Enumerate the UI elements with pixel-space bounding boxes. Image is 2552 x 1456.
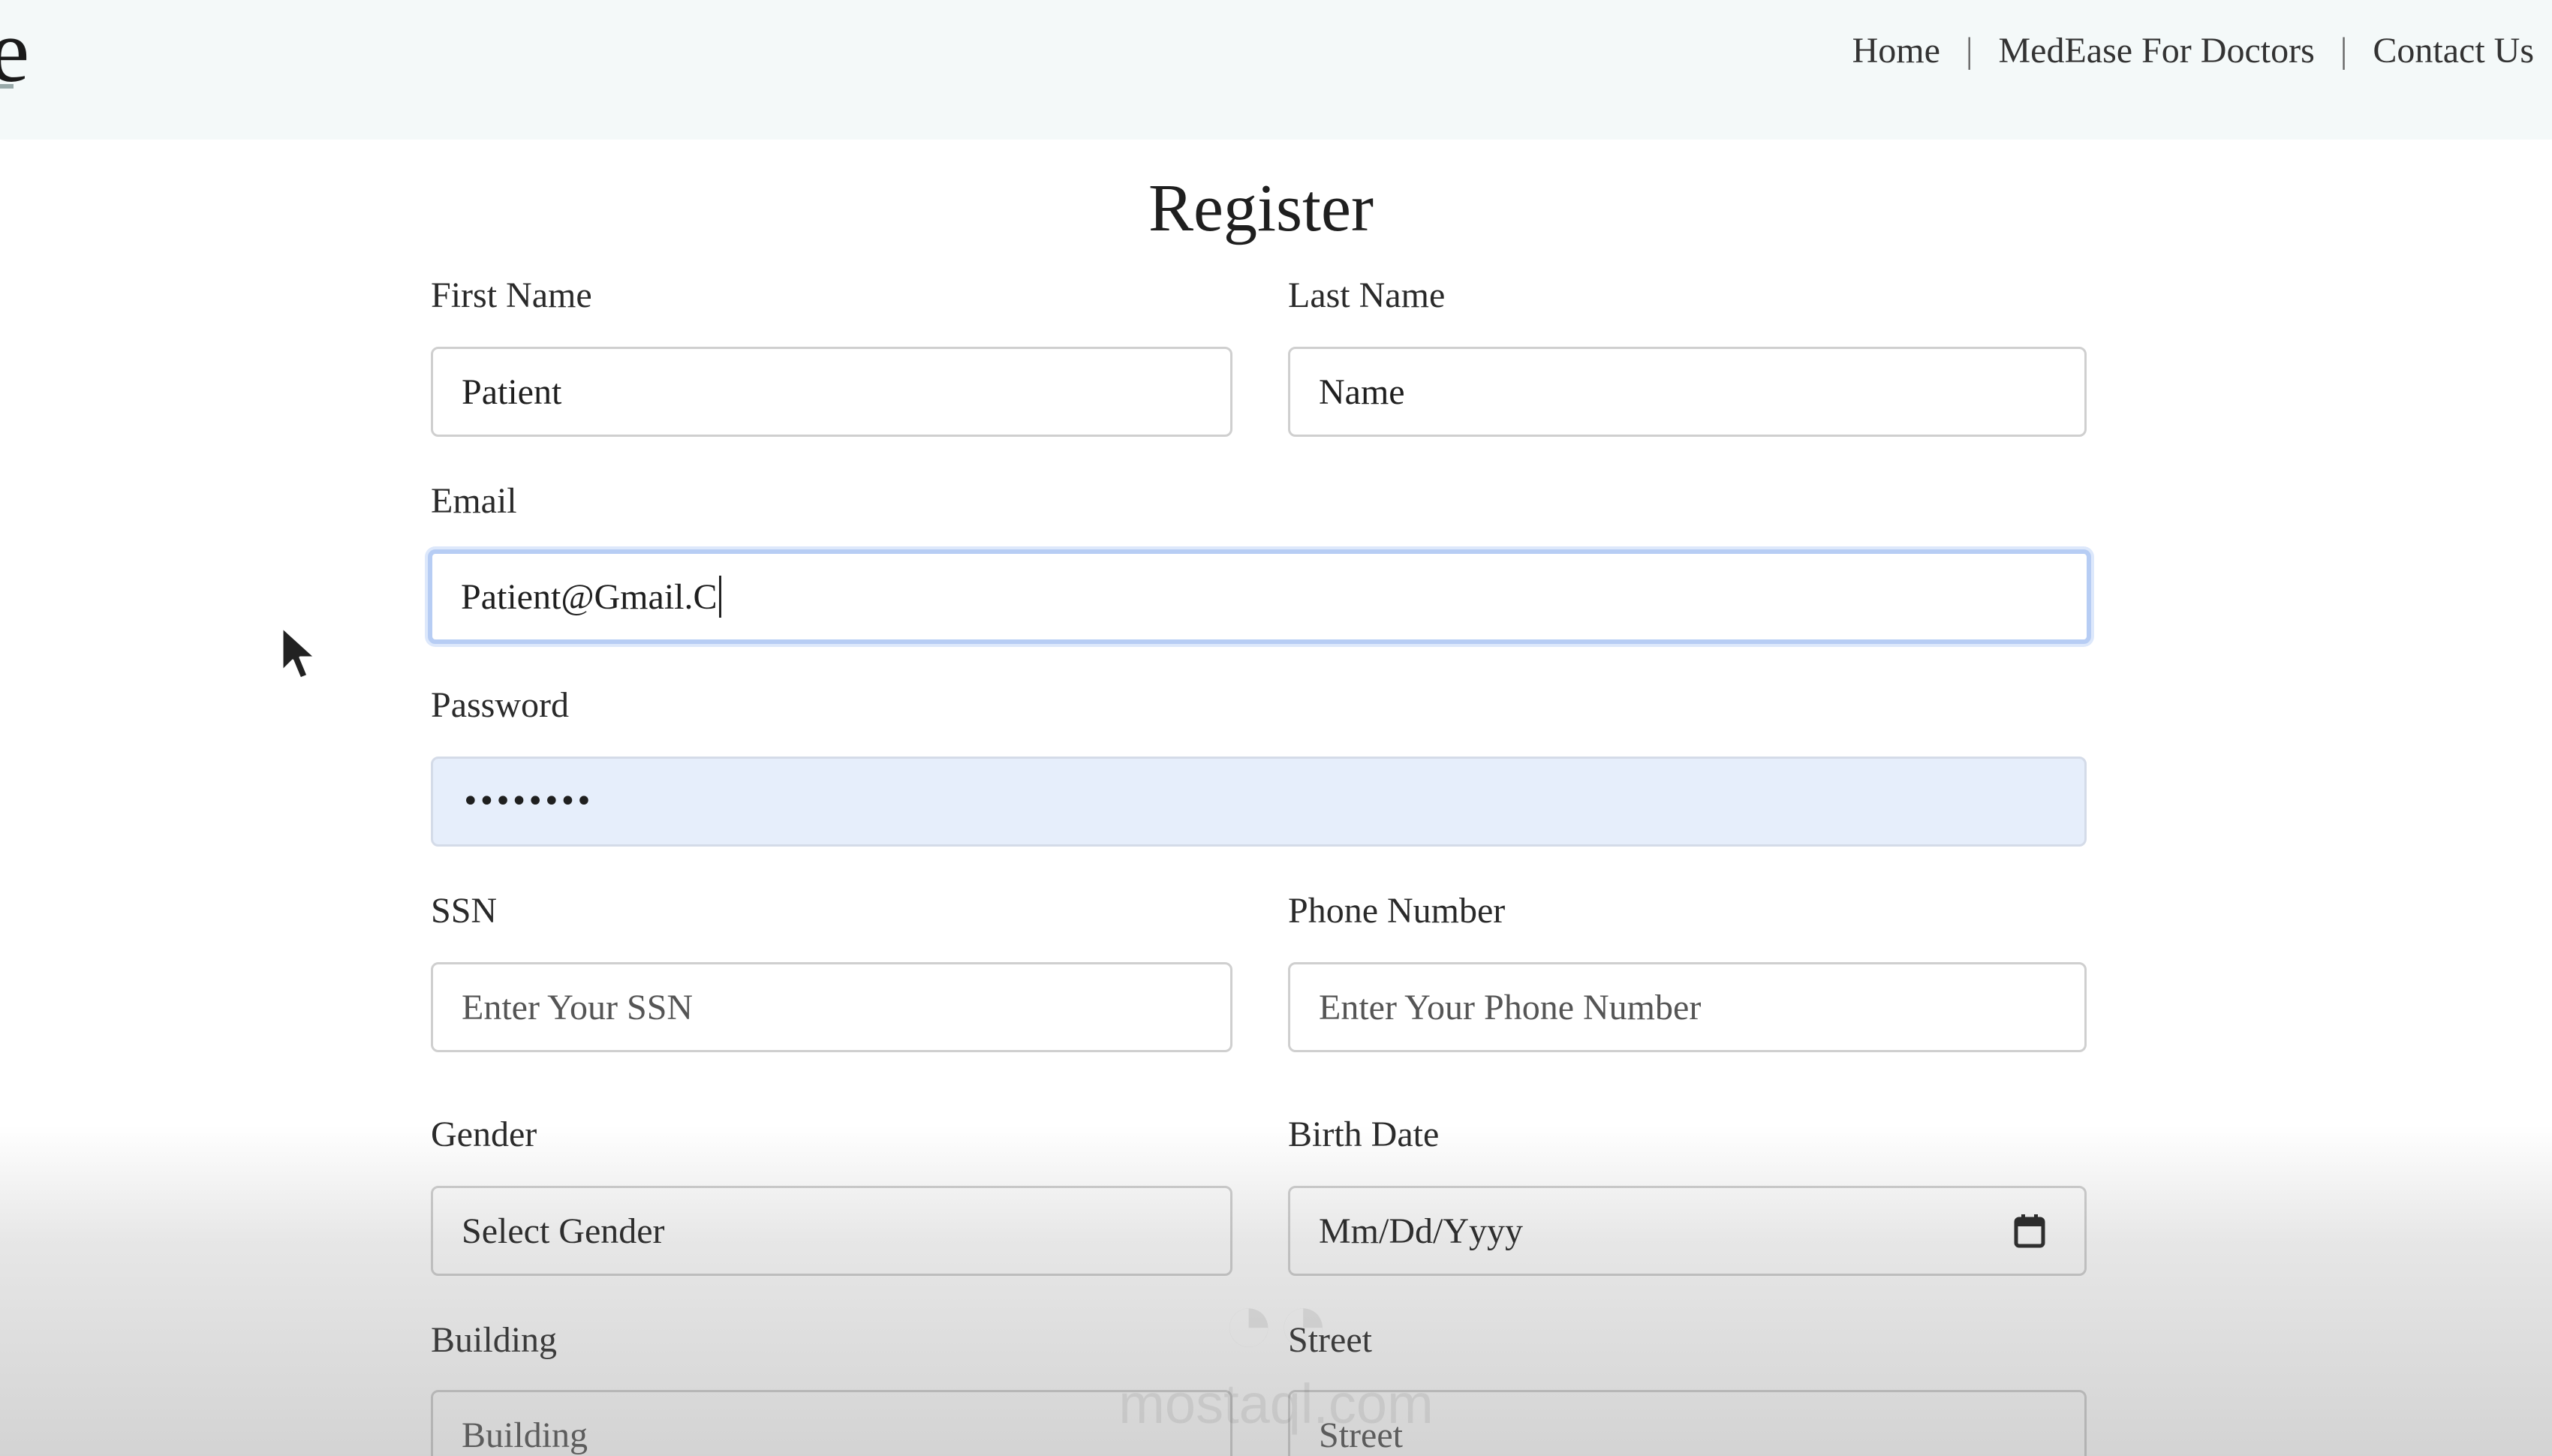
- birth-date-label: Birth Date: [1288, 1115, 1440, 1154]
- birth-date-input[interactable]: Mm/Dd/Yyyy: [1288, 1186, 2087, 1276]
- nav-separator: |: [2340, 31, 2348, 71]
- password-input[interactable]: ••••••••: [431, 757, 2087, 847]
- building-input[interactable]: Building: [431, 1390, 1232, 1456]
- email-input[interactable]: Patient@Gmail.C: [428, 549, 2091, 644]
- top-nav: Home | MedEase For Doctors | Contact Us: [1852, 30, 2534, 71]
- ssn-label: SSN: [431, 891, 498, 931]
- ssn-input[interactable]: Enter Your SSN: [431, 962, 1232, 1052]
- phone-number-label: Phone Number: [1288, 891, 1506, 931]
- gender-selected-value: Select Gender: [462, 1211, 665, 1251]
- building-placeholder: Building: [462, 1415, 588, 1455]
- last-name-value: Name: [1319, 372, 1405, 412]
- ssn-placeholder: Enter Your SSN: [462, 987, 694, 1027]
- nav-home-link[interactable]: Home: [1852, 30, 1940, 71]
- site-logo[interactable]: e: [0, 6, 29, 96]
- first-name-label: First Name: [431, 275, 592, 315]
- text-caret: [718, 576, 721, 618]
- birth-date-placeholder: Mm/Dd/Yyyy: [1319, 1211, 1524, 1251]
- building-label: Building: [431, 1320, 558, 1360]
- password-value: ••••••••: [462, 784, 593, 819]
- watermark-text: mostaql.com: [1118, 1373, 1434, 1435]
- nav-separator: |: [1965, 31, 1973, 71]
- top-header: e Home | MedEase For Doctors | Contact U…: [0, 0, 2552, 140]
- first-name-value: Patient: [462, 372, 562, 412]
- password-label: Password: [431, 685, 570, 725]
- phone-number-placeholder: Enter Your Phone Number: [1319, 987, 1702, 1027]
- email-label: Email: [431, 481, 517, 521]
- calendar-icon[interactable]: [2014, 1214, 2045, 1248]
- phone-number-input[interactable]: Enter Your Phone Number: [1288, 962, 2087, 1052]
- watermark-logo: ◔◔ mostaql.com: [1118, 1272, 1434, 1435]
- gender-label: Gender: [431, 1115, 537, 1154]
- mouse-pointer-icon: [281, 626, 317, 680]
- page-title: Register: [1148, 171, 1374, 245]
- gender-select[interactable]: Select Gender: [431, 1186, 1232, 1276]
- nav-doctors-link[interactable]: MedEase For Doctors: [1999, 30, 2315, 71]
- register-page: e Home | MedEase For Doctors | Contact U…: [0, 0, 2552, 1456]
- last-name-label: Last Name: [1288, 275, 1446, 315]
- last-name-input[interactable]: Name: [1288, 347, 2087, 437]
- first-name-input[interactable]: Patient: [431, 347, 1232, 437]
- logo-subtext: [0, 84, 14, 89]
- nav-contact-link[interactable]: Contact Us: [2373, 30, 2534, 71]
- email-value: Patient@Gmail.C: [461, 576, 718, 617]
